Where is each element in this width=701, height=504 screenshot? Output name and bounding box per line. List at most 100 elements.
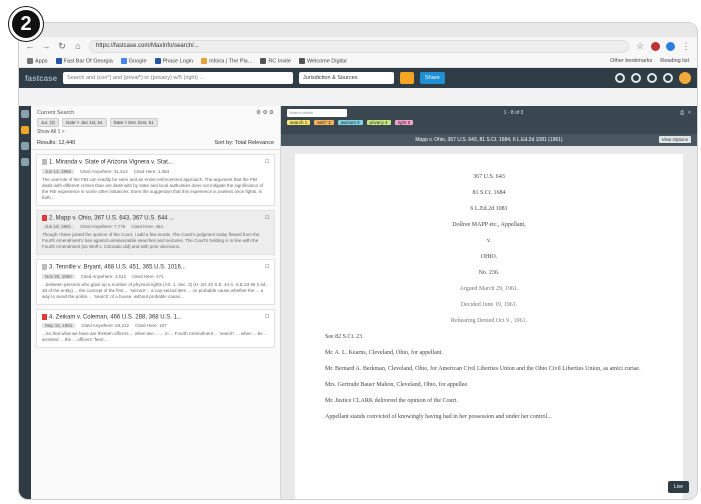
- bookmark-apps[interactable]: Apps: [27, 57, 48, 64]
- card-actions-icon[interactable]: □: [265, 215, 269, 222]
- bookmark-favicon-icon: [298, 57, 305, 64]
- bookmark-rc-invite[interactable]: RC Invite: [260, 57, 291, 64]
- result-card[interactable]: 3. Tennille v. Bryant, 468 U.S. 451, 365…: [36, 259, 275, 305]
- menu-dots-icon[interactable]: ⋮: [681, 41, 691, 51]
- reporter-cite: 6 L.Ed.2d 1081: [470, 206, 508, 212]
- left-rail: [19, 106, 31, 499]
- date: May 15, 1961: [42, 323, 76, 329]
- highlight-term[interactable]: search 1: [287, 120, 311, 125]
- results-count: Results: 12,440: [37, 140, 76, 146]
- hit-counter: 1 · 8 of 3: [503, 110, 524, 116]
- apps-grid-icon: [27, 57, 33, 64]
- card-actions-icon[interactable]: □: [265, 159, 269, 166]
- back-arrow-icon[interactable]: ←: [25, 41, 35, 51]
- search-go-button[interactable]: [400, 72, 415, 84]
- flag-icon: [42, 159, 47, 165]
- gear-icon[interactable]: [631, 73, 641, 83]
- workspace: Current Search ⚙ ⚙ ⚙ Jur. (3) Date > Jan…: [19, 106, 697, 499]
- result-card[interactable]: 1. Miranda v. State of Arizona Vignera v…: [36, 154, 275, 206]
- highlight-term[interactable]: warrant 3: [337, 120, 363, 125]
- current-search-heading: Current Search: [37, 110, 75, 116]
- card-actions-icon[interactable]: □: [265, 314, 269, 321]
- result-card-active[interactable]: 2. Mapp v. Ohio, 367 U.S. 643, 367 U.S. …: [36, 209, 275, 256]
- document-toolbar: Search within 1 · 8 of 3 ⎙ < search 1 se…: [281, 106, 697, 134]
- filter-chips: Jur. (3) Date > Jan 1st, 61 Date < Dec 3…: [37, 118, 274, 127]
- case-title[interactable]: 4. Zeikam v. Coleman, 466 U.S. 288, 368 …: [49, 314, 182, 320]
- bookmark-favicon-icon: [201, 57, 208, 64]
- search-within-input[interactable]: Search within: [287, 109, 347, 117]
- document-citation-bar: Mapp v. Ohio, 367 U.S. 643, 81 S.Ct. 168…: [281, 134, 697, 146]
- cited-general: Cited Anywhere: 4,512: [80, 273, 127, 279]
- argued-date: Argued March 29, 1961.: [459, 286, 519, 292]
- bookmark-favicon-icon: [55, 57, 62, 64]
- avatar[interactable]: [679, 72, 691, 84]
- rail-folders-icon[interactable]: [21, 158, 29, 166]
- home-icon[interactable]: ⌂: [73, 41, 83, 51]
- case-title[interactable]: 2. Mapp v. Ohio, 367 U.S. 643, 367 U.S. …: [49, 215, 174, 221]
- menu-icon[interactable]: [663, 73, 673, 83]
- fastcase-logo[interactable]: fastcase: [25, 74, 57, 83]
- reporter-cite: 367 U.S. 643: [473, 174, 505, 180]
- bookmark-welcome[interactable]: Welcome Digital: [298, 57, 347, 64]
- highlight-term[interactable]: seiz* 2: [314, 120, 334, 125]
- filter-chip[interactable]: Jur. (3): [37, 118, 60, 127]
- view-options-button[interactable]: View Options: [658, 136, 691, 143]
- sort-select[interactable]: Sort by: Total Relevance: [214, 140, 274, 146]
- bookmarks-right: Other bookmarks Reading list: [610, 58, 689, 64]
- rail-search-icon[interactable]: [21, 110, 29, 118]
- cited-general: Cited Anywhere: 7,776: [80, 224, 126, 230]
- card-actions-icon[interactable]: □: [265, 264, 269, 271]
- date: Jun 19, 1961: [42, 224, 75, 230]
- bookmark-google[interactable]: Google: [120, 57, 147, 64]
- reload-icon[interactable]: ↻: [57, 41, 67, 51]
- body-line: Mrs. Gertrude Bauer Mahon, Cleveland, Oh…: [325, 382, 469, 388]
- results-panel: Current Search ⚙ ⚙ ⚙ Jur. (3) Date > Jan…: [31, 106, 281, 499]
- bookmark-inforia[interactable]: Inforia | The Pla...: [201, 57, 252, 64]
- eye-icon[interactable]: [615, 73, 625, 83]
- app-header: fastcase Search and (con*) and (privat*)…: [19, 68, 697, 88]
- body-line: See 82 S.Ct. 23.: [325, 334, 364, 340]
- bookmark-favicon-icon: [154, 57, 161, 64]
- date: Nov 25, 1960: [42, 273, 75, 279]
- chat-button[interactable]: Live: [667, 481, 689, 493]
- body-line: Mr. Justice CLARK delivered the opinion …: [325, 398, 458, 404]
- bookmark-fast-bar[interactable]: Fast Bar Of Georgia: [55, 57, 113, 64]
- share-icon[interactable]: <: [688, 110, 691, 116]
- red-flag-icon: [42, 214, 47, 221]
- body-line: Mr. A. L. Kearns, Cleveland, Ohio, for a…: [325, 350, 443, 356]
- filter-chip[interactable]: Date < Dec 31st, 61: [109, 118, 158, 127]
- result-card[interactable]: 4. Zeikam v. Coleman, 466 U.S. 288, 368 …: [36, 308, 275, 349]
- rail-history-icon[interactable]: [21, 142, 29, 150]
- rail-results-icon[interactable]: [21, 126, 29, 134]
- reading-list[interactable]: Reading list: [660, 58, 689, 64]
- highlight-terms: search 1 seiz* 2 warrant 3 privacy 4 rig…: [287, 120, 691, 125]
- profile-icon[interactable]: [666, 41, 675, 51]
- bookmarks-bar: Apps Fast Bar Of Georgia Google Phase Lo…: [19, 55, 697, 68]
- versus: v.: [486, 238, 492, 244]
- other-bookmarks[interactable]: Other bookmarks: [610, 58, 652, 64]
- filter-chip[interactable]: Date > Jan 1st, 61: [62, 118, 107, 127]
- case-title[interactable]: 1. Miranda v. State of Arizona Vignera v…: [49, 160, 173, 166]
- main-search-input[interactable]: Search and (con*) and (privat*) or (priv…: [63, 72, 294, 84]
- url-field[interactable]: https://fastcase.com/MaxInfo/search/...: [89, 39, 629, 53]
- document-page: 367 U.S. 643 81 S.Ct. 1684 6 L.Ed.2d 108…: [295, 154, 683, 499]
- highlight-term[interactable]: privacy 4: [366, 120, 391, 125]
- decided-date: Decided June 19, 1961.: [460, 302, 518, 308]
- help-icon[interactable]: [647, 73, 657, 83]
- date: Jun 13, 1966: [42, 168, 75, 174]
- show-all-link[interactable]: Show All 1 >: [37, 129, 274, 135]
- red-flag-icon: [42, 313, 47, 320]
- bookmark-phase-login[interactable]: Phase Login: [154, 57, 193, 64]
- current-search: Current Search ⚙ ⚙ ⚙ Jur. (3) Date > Jan…: [31, 106, 280, 137]
- bookmark-star-icon[interactable]: ☆: [635, 41, 645, 51]
- forward-arrow-icon[interactable]: →: [41, 41, 51, 51]
- step-number-badge: 2: [9, 7, 43, 41]
- search-tools-icons[interactable]: ⚙ ⚙ ⚙: [256, 110, 274, 116]
- jurisdiction-select[interactable]: Jurisdiction & Sources: [299, 72, 395, 84]
- extension-icon[interactable]: [651, 41, 660, 51]
- highlight-term[interactable]: right 5: [394, 120, 414, 125]
- share-button[interactable]: Share: [420, 72, 445, 84]
- address-bar-row: ← → ↻ ⌂ https://fastcase.com/MaxInfo/sea…: [19, 37, 697, 55]
- print-icon[interactable]: ⎙: [680, 110, 684, 116]
- case-title[interactable]: 3. Tennille v. Bryant, 468 U.S. 451, 365…: [49, 265, 186, 271]
